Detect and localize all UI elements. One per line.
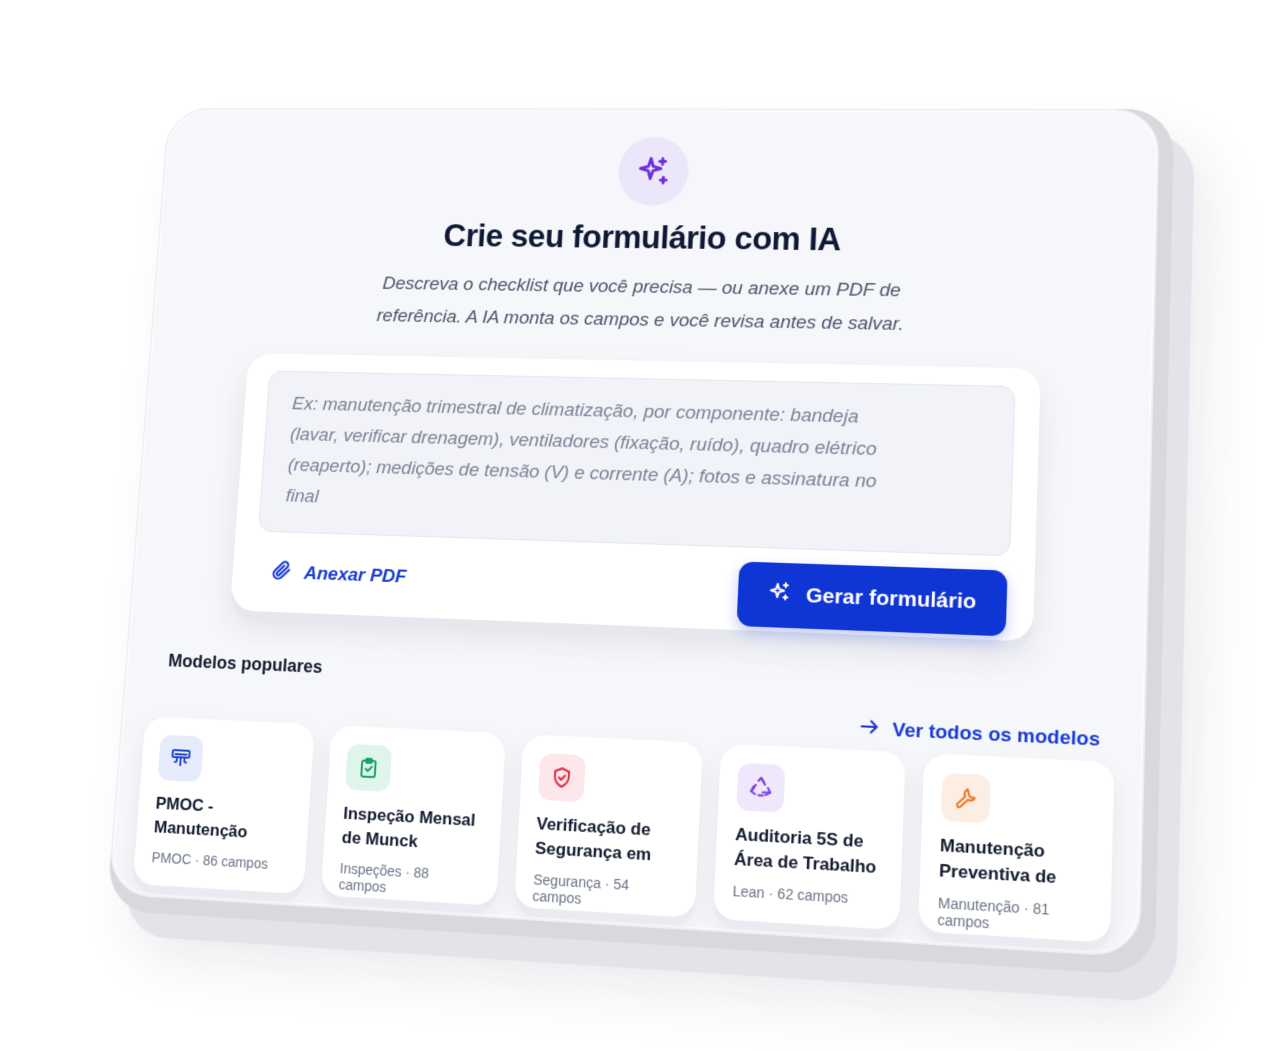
- clipboard-check-icon: [344, 743, 393, 792]
- template-title: Inspeção Mensal de Munck (Guindaste V...: [341, 803, 477, 858]
- template-fields: 86 campos: [202, 852, 269, 872]
- sparkles-icon: [767, 580, 793, 611]
- see-all-templates-link[interactable]: Ver todos os modelos: [857, 715, 1101, 755]
- attach-pdf-button[interactable]: Anexar PDF: [269, 557, 407, 593]
- template-cards: PMOC - Manutenção Semestral de Climat...…: [132, 716, 1115, 943]
- template-meta: PMOC · 86 campos: [151, 849, 288, 873]
- arrow-right-icon: [857, 715, 881, 745]
- recycle-icon: [736, 762, 786, 813]
- template-meta: Manutenção · 81 campos: [937, 894, 1091, 937]
- page-subtitle: Descreva o checklist que você precisa — …: [328, 267, 957, 342]
- see-all-label: Ver todos os modelos: [892, 719, 1101, 751]
- template-card[interactable]: Inspeção Mensal de Munck (Guindaste V...…: [320, 725, 507, 906]
- wrench-icon: [940, 772, 991, 824]
- template-title: PMOC - Manutenção Semestral de Climat...: [153, 793, 253, 847]
- template-card[interactable]: Verificação de Segurança em Máq... Segur…: [513, 734, 703, 918]
- page-title: Crie seu formulário com IA: [442, 217, 842, 258]
- prompt-composer: Ex: manutenção trimestral de climatizaçã…: [229, 353, 1041, 642]
- ac-unit-icon: [157, 734, 204, 783]
- template-title: Verificação de Segurança em Máq...: [534, 813, 652, 869]
- meta-separator: ·: [1023, 899, 1034, 917]
- template-fields: 62 campos: [777, 885, 849, 907]
- section-title: Modelos populares: [167, 650, 324, 677]
- template-category: Lean: [732, 882, 765, 902]
- template-title: Auditoria 5S de Área de Trabalho: [733, 824, 877, 878]
- template-meta: Lean · 62 campos: [732, 883, 881, 908]
- paperclip-icon: [269, 558, 294, 588]
- template-meta: Segurança · 54 campos: [532, 871, 678, 912]
- prompt-textarea[interactable]: Ex: manutenção trimestral de climatizaçã…: [258, 370, 1016, 557]
- template-meta: Inspeções · 88 campos: [338, 860, 480, 901]
- screen: Crie seu formulário com IA Descreva o ch…: [107, 108, 1160, 958]
- template-card[interactable]: Auditoria 5S de Área de Trabalho Lean · …: [713, 743, 906, 931]
- sparkles-icon: [616, 136, 691, 207]
- device-frame: Crie seu formulário com IA Descreva o ch…: [106, 108, 1175, 976]
- generate-form-label: Gerar formulário: [805, 583, 977, 614]
- template-category: PMOC: [151, 849, 192, 868]
- generate-form-button[interactable]: Gerar formulário: [736, 561, 1008, 637]
- template-card[interactable]: PMOC - Manutenção Semestral de Climat...…: [132, 716, 315, 895]
- template-card[interactable]: Manutenção Preventiva de Comp... Manuten…: [918, 753, 1115, 943]
- shield-check-icon: [537, 753, 586, 803]
- stage: Crie seu formulário com IA Descreva o ch…: [0, 0, 1282, 1051]
- template-title: Manutenção Preventiva de Comp...: [938, 835, 1057, 892]
- attach-pdf-label: Anexar PDF: [303, 563, 407, 588]
